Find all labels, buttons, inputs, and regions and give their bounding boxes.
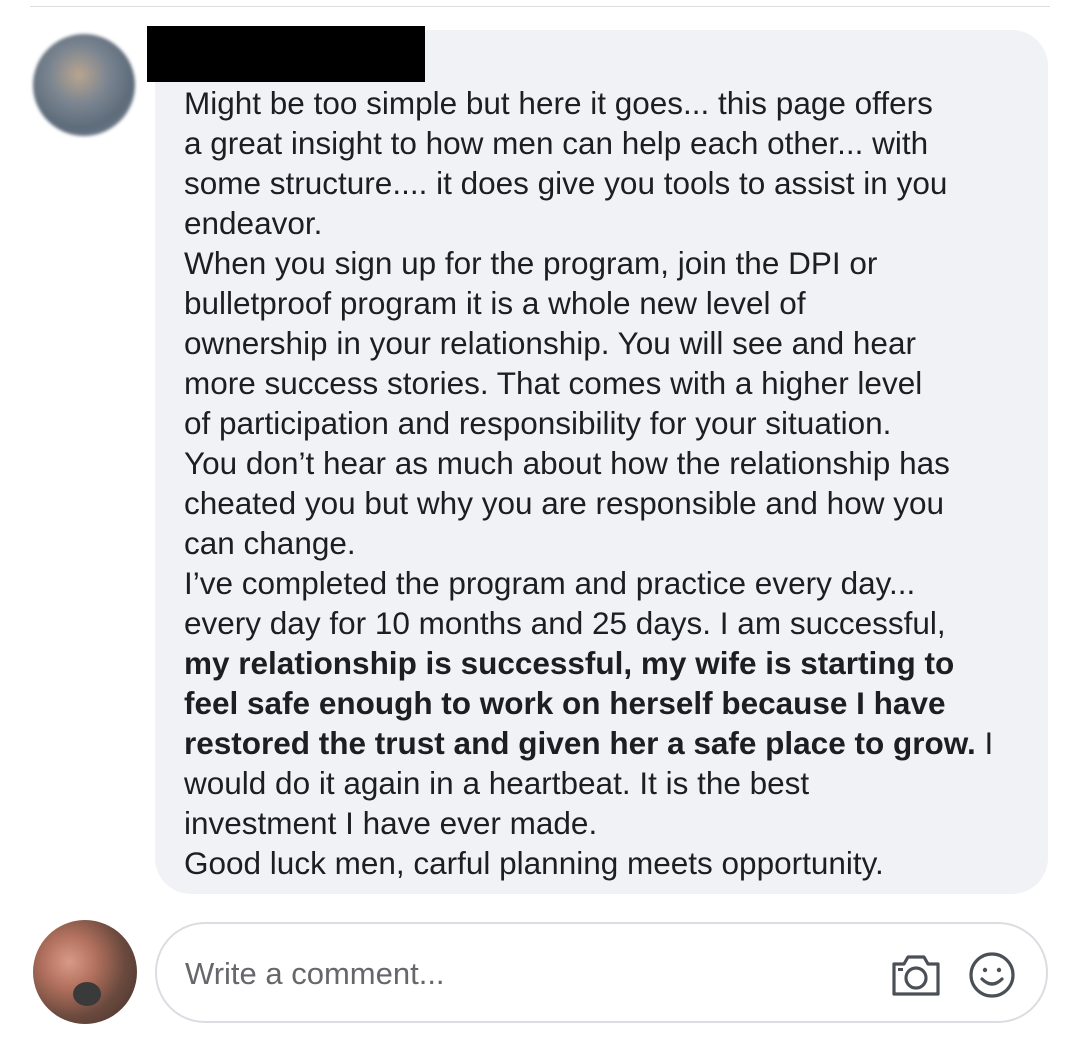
comment-line: can change. — [184, 523, 1044, 563]
comment-line-text: bulletproof program it is a whole new le… — [184, 285, 806, 321]
comment-line-text: cheated you but why you are responsible … — [184, 485, 944, 521]
comment-line: feel safe enough to work on herself beca… — [184, 683, 1044, 723]
comment-line: more success stories. That comes with a … — [184, 363, 1044, 403]
user-avatar[interactable] — [33, 920, 137, 1024]
comment-line-text: Good luck men, carful planning meets opp… — [184, 845, 884, 881]
comment-line-text: can change. — [184, 525, 356, 561]
comment-line: Good luck men, carful planning meets opp… — [184, 843, 1044, 883]
comment-line-text: Might be too simple but here it goes... … — [184, 85, 933, 121]
comment-line-text: I’ve completed the program and practice … — [184, 565, 916, 601]
comment-line: restored the trust and given her a safe … — [184, 723, 1044, 763]
top-divider — [30, 6, 1050, 7]
comment-line: my relationship is successful, my wife i… — [184, 643, 1044, 683]
comment-line: endeavor. — [184, 203, 1044, 243]
comment-line-text: more success stories. That comes with a … — [184, 365, 923, 401]
comment-line: would do it again in a heartbeat. It is … — [184, 763, 1044, 803]
comment-line: a great insight to how men can help each… — [184, 123, 1044, 163]
comment-line-text: every day for 10 months and 25 days. I a… — [184, 605, 946, 641]
comment-line-text: investment I have ever made. — [184, 805, 598, 841]
redacted-author-name — [147, 26, 425, 82]
comment-line-text: a great insight to how men can help each… — [184, 125, 929, 161]
camera-icon[interactable] — [890, 949, 942, 1001]
comment-line-bold-text: my relationship is successful, my wife i… — [184, 645, 955, 681]
comment-line-bold-text: feel safe enough to work on herself beca… — [184, 685, 946, 721]
comment-line: ownership in your relationship. You will… — [184, 323, 1044, 363]
comment-line-text: some structure.... it does give you tool… — [184, 165, 948, 201]
comment-line: some structure.... it does give you tool… — [184, 163, 1044, 203]
comment-line-text: You don’t hear as much about how the rel… — [184, 445, 950, 481]
commenter-avatar[interactable] — [33, 34, 135, 136]
comment-line-text: endeavor. — [184, 205, 323, 241]
comment-line: When you sign up for the program, join t… — [184, 243, 1044, 283]
comment-line: every day for 10 months and 25 days. I a… — [184, 603, 1044, 643]
comment-line: bulletproof program it is a whole new le… — [184, 283, 1044, 323]
emoji-icon[interactable] — [966, 949, 1018, 1001]
comment-line-bold-text: restored the trust and given her a safe … — [184, 725, 976, 761]
comment-text: Might be too simple but here it goes... … — [184, 83, 1044, 883]
comment-line: of participation and responsibility for … — [184, 403, 1044, 443]
avatar-detail — [73, 982, 101, 1006]
comment-line-text: When you sign up for the program, join t… — [184, 245, 878, 281]
comment-line: You don’t hear as much about how the rel… — [184, 443, 1044, 483]
comment-line-text: would do it again in a heartbeat. It is … — [184, 765, 810, 801]
comment-line-text: ownership in your relationship. You will… — [184, 325, 916, 361]
comment-line: investment I have ever made. — [184, 803, 1044, 843]
comment-input[interactable] — [185, 950, 865, 998]
comment-line-text: of participation and responsibility for … — [184, 405, 892, 441]
comment-line: I’ve completed the program and practice … — [184, 563, 1044, 603]
comment-composer[interactable] — [155, 922, 1048, 1023]
comment-line: cheated you but why you are responsible … — [184, 483, 1044, 523]
comment-line-tail-text: I — [975, 725, 994, 761]
comment-line: Might be too simple but here it goes... … — [184, 83, 1044, 123]
